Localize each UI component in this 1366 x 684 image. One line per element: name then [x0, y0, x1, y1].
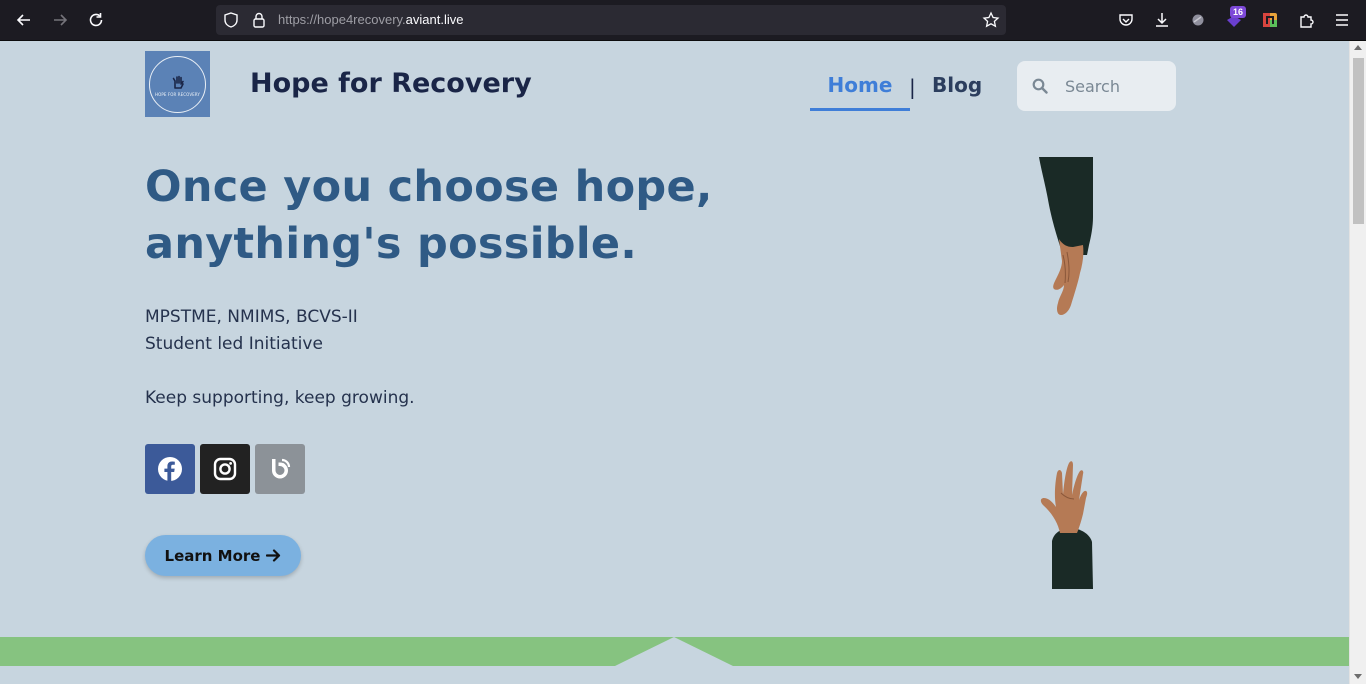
- hamburger-menu-icon: [1336, 14, 1348, 26]
- hero-affiliation: MPSTME, NMIMS, BCVS-II: [145, 307, 358, 327]
- extensions-button[interactable]: [1292, 6, 1320, 34]
- search-input[interactable]: [1065, 75, 1165, 97]
- page-viewport: HOPE FOR RECOVERY Hope for Recovery Home…: [0, 41, 1349, 684]
- site-title[interactable]: Hope for Recovery: [250, 68, 532, 99]
- back-button[interactable]: [10, 6, 38, 34]
- facebook-button[interactable]: [145, 444, 195, 494]
- hero-headline: Once you choose hope, anything's possibl…: [145, 162, 713, 269]
- section-divider-notch: [615, 637, 733, 666]
- scrollbar-thumb[interactable]: [1353, 58, 1364, 224]
- arrow-left-icon: [16, 14, 30, 26]
- logo-ring: HOPE FOR RECOVERY: [149, 55, 206, 113]
- forward-button[interactable]: [46, 6, 74, 34]
- reaching-hand-bottom-image: [1040, 461, 1093, 589]
- pocket-icon: [1119, 14, 1133, 26]
- site-logo[interactable]: HOPE FOR RECOVERY: [145, 51, 210, 117]
- reaching-hand-top-image: [1039, 157, 1093, 315]
- menu-button[interactable]: [1328, 6, 1356, 34]
- arrow-right-icon: [54, 14, 68, 26]
- url-domain: aviant.live: [405, 12, 464, 27]
- page-scrollbar[interactable]: [1349, 41, 1366, 684]
- extension-gray-button[interactable]: [1184, 6, 1212, 34]
- bookmark-star-icon[interactable]: [982, 11, 1000, 29]
- hero-tagline: Keep supporting, keep growing.: [145, 388, 415, 408]
- learn-more-button[interactable]: Learn More: [145, 535, 301, 576]
- url-text[interactable]: https://hope4recovery.aviant.live: [278, 12, 463, 27]
- search-box[interactable]: [1017, 61, 1176, 111]
- search-icon: [1032, 78, 1048, 94]
- hand-icon: [172, 75, 184, 89]
- extension-colorful-icon: [1263, 13, 1277, 27]
- extension-colorful-button[interactable]: [1256, 6, 1284, 34]
- puzzle-icon: [1300, 14, 1314, 28]
- blogger-icon: [272, 458, 291, 479]
- hero-initiative: Student led Initiative: [145, 334, 323, 354]
- scroll-down-arrow-icon[interactable]: [1354, 674, 1362, 679]
- facebook-icon: [158, 457, 182, 481]
- learn-more-label: Learn More: [164, 546, 261, 565]
- instagram-icon: [213, 457, 237, 481]
- lock-icon[interactable]: [250, 11, 268, 29]
- reload-icon: [89, 13, 103, 27]
- nav-item-blog[interactable]: Blog: [932, 73, 982, 97]
- reload-button[interactable]: [82, 6, 110, 34]
- blogger-button[interactable]: [255, 444, 305, 494]
- extension-badge: 16: [1230, 6, 1246, 18]
- scroll-up-arrow-icon[interactable]: [1354, 45, 1362, 50]
- logo-text: HOPE FOR RECOVERY: [155, 92, 200, 97]
- instagram-button[interactable]: [200, 444, 250, 494]
- pocket-button[interactable]: [1112, 6, 1140, 34]
- shield-icon[interactable]: [222, 11, 240, 29]
- arrow-right-icon: [266, 549, 281, 562]
- nav-separator: |: [909, 75, 916, 99]
- download-icon: [1156, 13, 1168, 27]
- downloads-button[interactable]: [1148, 6, 1176, 34]
- extension-circle-icon: [1192, 14, 1204, 26]
- url-prefix: https://hope4recovery.: [278, 12, 406, 27]
- address-bar[interactable]: https://hope4recovery.aviant.live: [216, 5, 1006, 35]
- browser-toolbar: https://hope4recovery.aviant.live 16: [0, 0, 1366, 41]
- nav-item-home[interactable]: Home: [810, 73, 910, 111]
